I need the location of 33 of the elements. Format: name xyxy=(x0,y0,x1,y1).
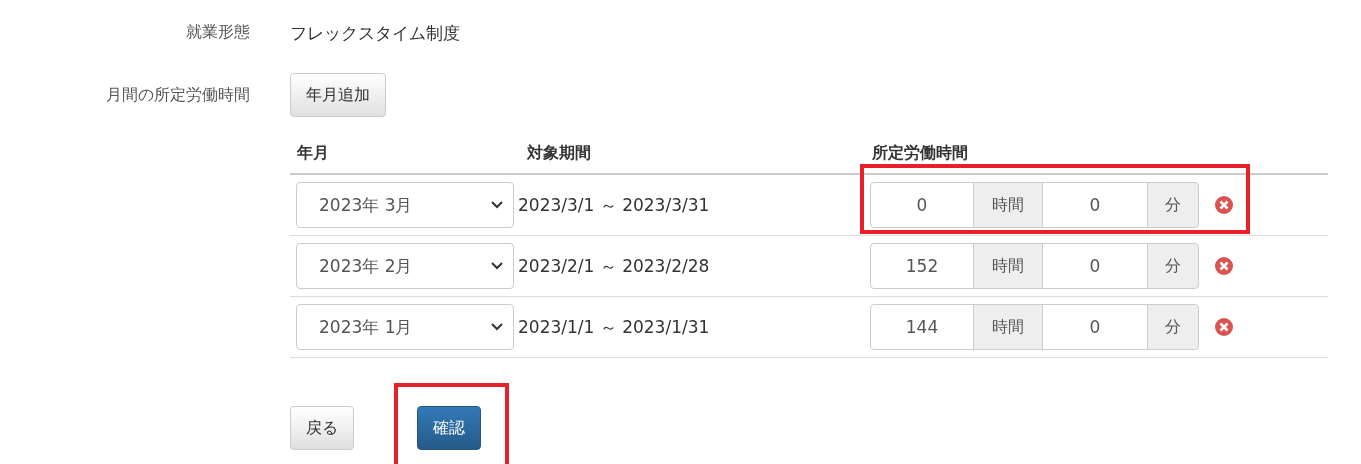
chevron-down-icon xyxy=(491,323,503,331)
period-text: 2023/3/1 ～ 2023/3/31 xyxy=(518,193,710,217)
minutes-unit: 分 xyxy=(1147,304,1199,350)
minutes-unit: 分 xyxy=(1147,243,1199,289)
field-label: 月間の所定労働時間 xyxy=(105,84,250,106)
field-label: 就業形態 xyxy=(185,22,250,43)
hours-input[interactable]: 152 xyxy=(870,243,974,289)
minutes-input[interactable]: 0 xyxy=(1042,304,1148,350)
minutes-input[interactable]: 0 xyxy=(1042,243,1148,289)
minutes-input[interactable]: 0 xyxy=(1042,182,1148,228)
column-header: 対象期間 xyxy=(527,142,591,164)
month-select[interactable]: 2023年 2月 xyxy=(296,243,514,289)
delete-icon[interactable] xyxy=(1215,318,1233,336)
period-text: 2023/2/1 ～ 2023/2/28 xyxy=(518,254,710,278)
delete-icon[interactable] xyxy=(1215,196,1233,214)
hours-input[interactable]: 144 xyxy=(870,304,974,350)
delete-icon[interactable] xyxy=(1215,257,1233,275)
hours-unit: 時間 xyxy=(973,182,1043,228)
back-button[interactable]: 戻る xyxy=(290,406,354,450)
add-month-button[interactable]: 年月追加 xyxy=(290,73,386,117)
field-value: フレックスタイム制度 xyxy=(290,22,460,45)
chevron-down-icon xyxy=(491,262,503,270)
minutes-unit: 分 xyxy=(1147,182,1199,228)
column-header: 年月 xyxy=(297,142,329,164)
period-text: 2023/1/1 ～ 2023/1/31 xyxy=(518,315,710,339)
column-header: 所定労働時間 xyxy=(872,142,968,164)
hours-unit: 時間 xyxy=(973,304,1043,350)
month-select[interactable]: 2023年 1月 xyxy=(296,304,514,350)
chevron-down-icon xyxy=(491,201,503,209)
hours-input[interactable]: 0 xyxy=(870,182,974,228)
hours-unit: 時間 xyxy=(973,243,1043,289)
confirm-button[interactable]: 確認 xyxy=(417,406,481,450)
month-select[interactable]: 2023年 3月 xyxy=(296,182,514,228)
